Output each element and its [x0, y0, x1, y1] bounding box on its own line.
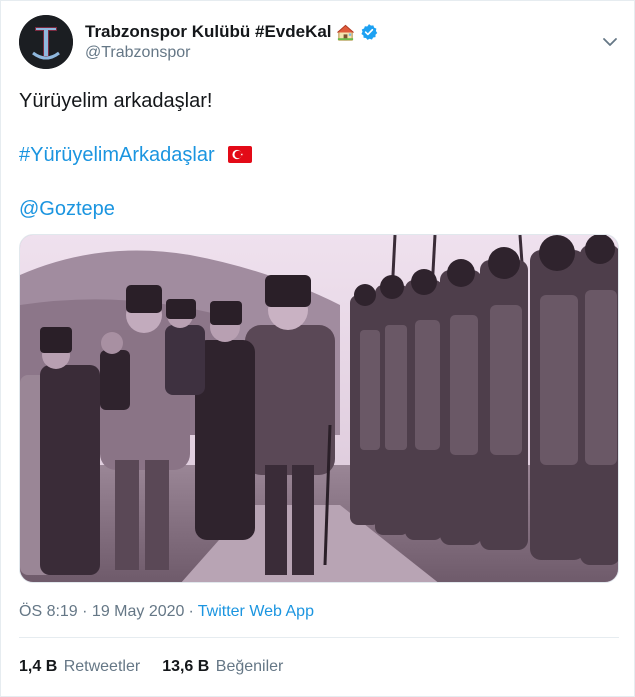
handle[interactable]: @Trabzonspor [85, 44, 190, 62]
historical-photo [20, 235, 618, 582]
mention-line: @Goztepe [19, 198, 115, 221]
likes-count: 13,6 B [162, 658, 210, 675]
retweets-label: Retweetler [63, 658, 141, 675]
mention-link[interactable]: @Goztepe [19, 198, 115, 220]
verified-badge-icon [360, 24, 377, 40]
tweet-card: Trabzonspor Kulübü #EvdeKal @Trabzonspor… [0, 0, 635, 697]
trabzonspor-logo-icon [19, 15, 73, 69]
author-name-row[interactable]: Trabzonspor Kulübü #EvdeKal [85, 21, 378, 43]
likes-label: Beğeniler [215, 658, 284, 675]
timestamp[interactable]: ÖS 8:19 · 19 May 2020 [19, 603, 184, 620]
likes-stat[interactable]: 13,6 B Beğeniler [162, 658, 283, 676]
tweet-stats: 1,4 B Retweetler 13,6 B Beğeniler [19, 658, 283, 676]
hashtag-link[interactable]: #YürüyelimArkadaşlar [19, 144, 215, 166]
chevron-down-icon[interactable] [601, 35, 619, 49]
tweet-meta: ÖS 8:19 · 19 May 2020 · Twitter Web App [19, 603, 314, 621]
house-emoji-icon [336, 24, 354, 41]
divider [19, 637, 619, 638]
retweets-count: 1,4 B [19, 658, 58, 675]
retweets-stat[interactable]: 1,4 B Retweetler [19, 658, 140, 676]
meta-separator: · [188, 603, 194, 620]
tweet-text: Yürüyelim arkadaşlar! [19, 90, 213, 112]
display-name[interactable]: Trabzonspor Kulübü #EvdeKal [85, 22, 332, 42]
tweet-photo[interactable] [19, 234, 619, 583]
turkey-flag-emoji-icon [228, 146, 253, 163]
source-link[interactable]: Twitter Web App [198, 603, 314, 620]
hashtag-line: #YürüyelimArkadaşlar [19, 144, 253, 167]
avatar[interactable] [19, 15, 73, 69]
